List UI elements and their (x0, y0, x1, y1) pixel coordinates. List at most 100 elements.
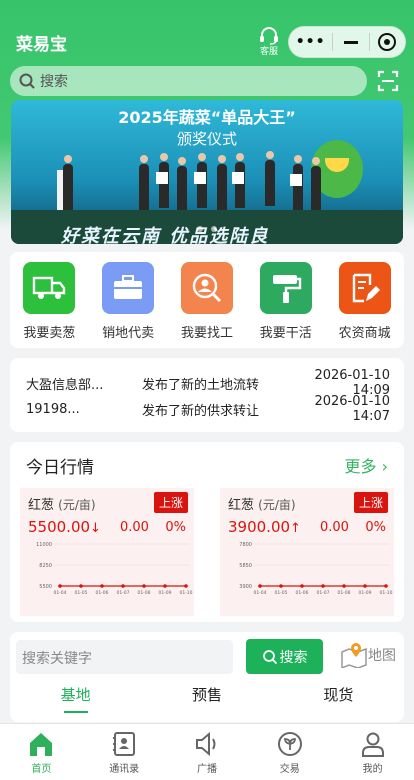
menu-icon-bg (180, 262, 233, 314)
service-menu: 我要卖葱 销地代卖 我要找工 我要干活 农资商城 (10, 252, 404, 348)
price-change: 0.00 (320, 520, 349, 535)
close-program-icon[interactable] (370, 33, 405, 51)
more-options-icon[interactable]: ••• (289, 34, 332, 50)
price-value: 5500.00 (28, 518, 91, 536)
search-icon (262, 649, 277, 664)
data-point (58, 584, 62, 588)
search-bar[interactable]: 搜索 (10, 66, 367, 96)
y-tick-label: 7800 (239, 542, 252, 548)
menu-icon-bg (338, 262, 391, 314)
x-tick-label: 01-04 (53, 590, 66, 596)
market-section: 今日行情 更多 › 红葱 (元/亩) 上涨 5500.00↓ 0.00 0% 1… (10, 442, 404, 622)
data-point (300, 584, 304, 588)
product-name: 红葱 (228, 498, 255, 513)
price-change-percent: 0% (165, 520, 186, 535)
data-point (121, 584, 125, 588)
y-tick-label: 8250 (39, 563, 52, 569)
price-card[interactable]: 红葱 (元/亩) 上涨 5500.00↓ 0.00 0% 11000 8250 55… (20, 488, 194, 616)
price-card[interactable]: 红葱 (元/亩) 上涨 3900.00↑ 0.00 0% 7800 5850 390… (220, 488, 394, 616)
menu-sell-onion[interactable]: 我要卖葱 (14, 262, 84, 348)
menu-find-workers[interactable]: 我要找工 (172, 262, 242, 348)
briefcase-icon (114, 275, 143, 299)
x-tick-label: 01-08 (337, 590, 350, 596)
paint-roller-icon (272, 275, 301, 303)
x-tick-label: 01-08 (137, 590, 150, 596)
arrow-up-icon: ↑ (290, 521, 301, 536)
chevron-right-icon: › (381, 457, 388, 476)
data-point (384, 584, 388, 588)
product-unit: (元/亩) (258, 498, 296, 512)
menu-consignment[interactable]: 销地代卖 (93, 262, 163, 348)
price-trend-chart: 7800 5850 390001-04 01-05 01-06 01-07 01-08 01-… (239, 542, 392, 596)
tab-base[interactable]: 基地 (61, 684, 91, 713)
data-point (279, 584, 283, 588)
x-tick-label: 01-07 (316, 590, 329, 596)
x-tick-label: 01-06 (95, 590, 108, 596)
x-tick-label: 01-09 (158, 590, 171, 596)
more-link[interactable]: 更多 › (344, 453, 388, 477)
bottom-tab-bar: 首页 通讯录 广播 交易 我的 (0, 723, 414, 780)
customer-service-button[interactable]: 客服 (256, 27, 282, 57)
data-point (79, 584, 83, 588)
product-unit: (元/亩) (58, 498, 96, 512)
banner-title: 2025年蔬菜“单品大王” (118, 108, 296, 127)
x-tick-label: 01-10 (379, 590, 392, 596)
data-point (100, 584, 104, 588)
contacts-icon (113, 732, 136, 756)
tab-presale[interactable]: 预售 (192, 684, 222, 705)
menu-icon-bg (23, 262, 76, 314)
tab-contacts[interactable]: 通讯录 (83, 724, 166, 780)
menu-icon-bg (259, 262, 312, 314)
x-tick-label: 01-04 (253, 590, 266, 596)
profile-icon (361, 732, 384, 757)
minimize-icon[interactable] (333, 40, 368, 44)
data-point (163, 584, 167, 588)
market-title: 今日行情 (26, 457, 94, 478)
map-button[interactable]: 地图 (340, 642, 396, 668)
trend-badge: 上涨 (353, 492, 388, 513)
menu-agri-mall[interactable]: 农资商城 (330, 262, 400, 348)
data-point (321, 584, 325, 588)
carousel-dot[interactable] (211, 226, 217, 232)
data-point (258, 584, 262, 588)
data-point (142, 584, 146, 588)
menu-icon-bg (102, 262, 155, 314)
news-item[interactable]: 19198... 发布了新的供求转让 2026-01-10 14:07 (26, 394, 390, 424)
tab-trade[interactable]: 交易 (248, 724, 331, 780)
data-point (184, 584, 188, 588)
search-placeholder: 搜索 (40, 74, 68, 90)
price-change: 0.00 (120, 520, 149, 535)
scan-icon[interactable] (377, 70, 399, 92)
listing-section: 搜索关键字 搜索 地图 基地 预售 现货 (10, 632, 404, 722)
tab-profile[interactable]: 我的 (331, 724, 414, 780)
map-pin-icon (341, 643, 367, 668)
news-ticker: 大盈信息部... 发布了新的土地流转 2026-01-10 14:09 1919… (10, 358, 404, 432)
tab-broadcast[interactable]: 广播 (166, 724, 249, 780)
app-title: 菜易宝 (16, 35, 67, 55)
service-label: 客服 (259, 47, 278, 57)
tab-in-stock[interactable]: 现货 (323, 684, 353, 705)
x-tick-label: 01-10 (179, 590, 192, 596)
menu-find-jobs[interactable]: 我要干活 (251, 262, 321, 348)
edit-document-icon (352, 273, 380, 303)
x-tick-label: 01-09 (358, 590, 371, 596)
x-tick-label: 01-05 (274, 590, 287, 596)
promo-banner[interactable]: 2025年蔬菜“单品大王” 颁奖仪式 好菜在云南 优品选陆良 (11, 100, 403, 244)
search-person-icon (192, 273, 222, 303)
banner-slogan: 好菜在云南 优品选陆良 (61, 226, 270, 244)
product-name: 红葱 (28, 498, 55, 513)
trend-badge: 上涨 (153, 492, 188, 513)
price-trend-chart: 11000 8250 550001-04 01-05 01-06 01-07 01-08 01… (36, 542, 193, 596)
keyword-search-input[interactable]: 搜索关键字 (16, 640, 233, 674)
arrow-down-icon: ↓ (90, 521, 101, 536)
y-tick-label: 5850 (239, 563, 252, 569)
y-tick-label: 11000 (36, 542, 52, 548)
search-button[interactable]: 搜索 (246, 639, 323, 674)
truck-icon (33, 276, 66, 299)
news-item[interactable]: 大盈信息部... 发布了新的土地流转 2026-01-10 14:09 (26, 368, 390, 398)
search-icon (19, 73, 35, 89)
trade-icon (277, 732, 302, 756)
carousel-dot[interactable] (197, 226, 203, 232)
tab-home[interactable]: 首页 (0, 724, 83, 780)
data-point (342, 584, 346, 588)
